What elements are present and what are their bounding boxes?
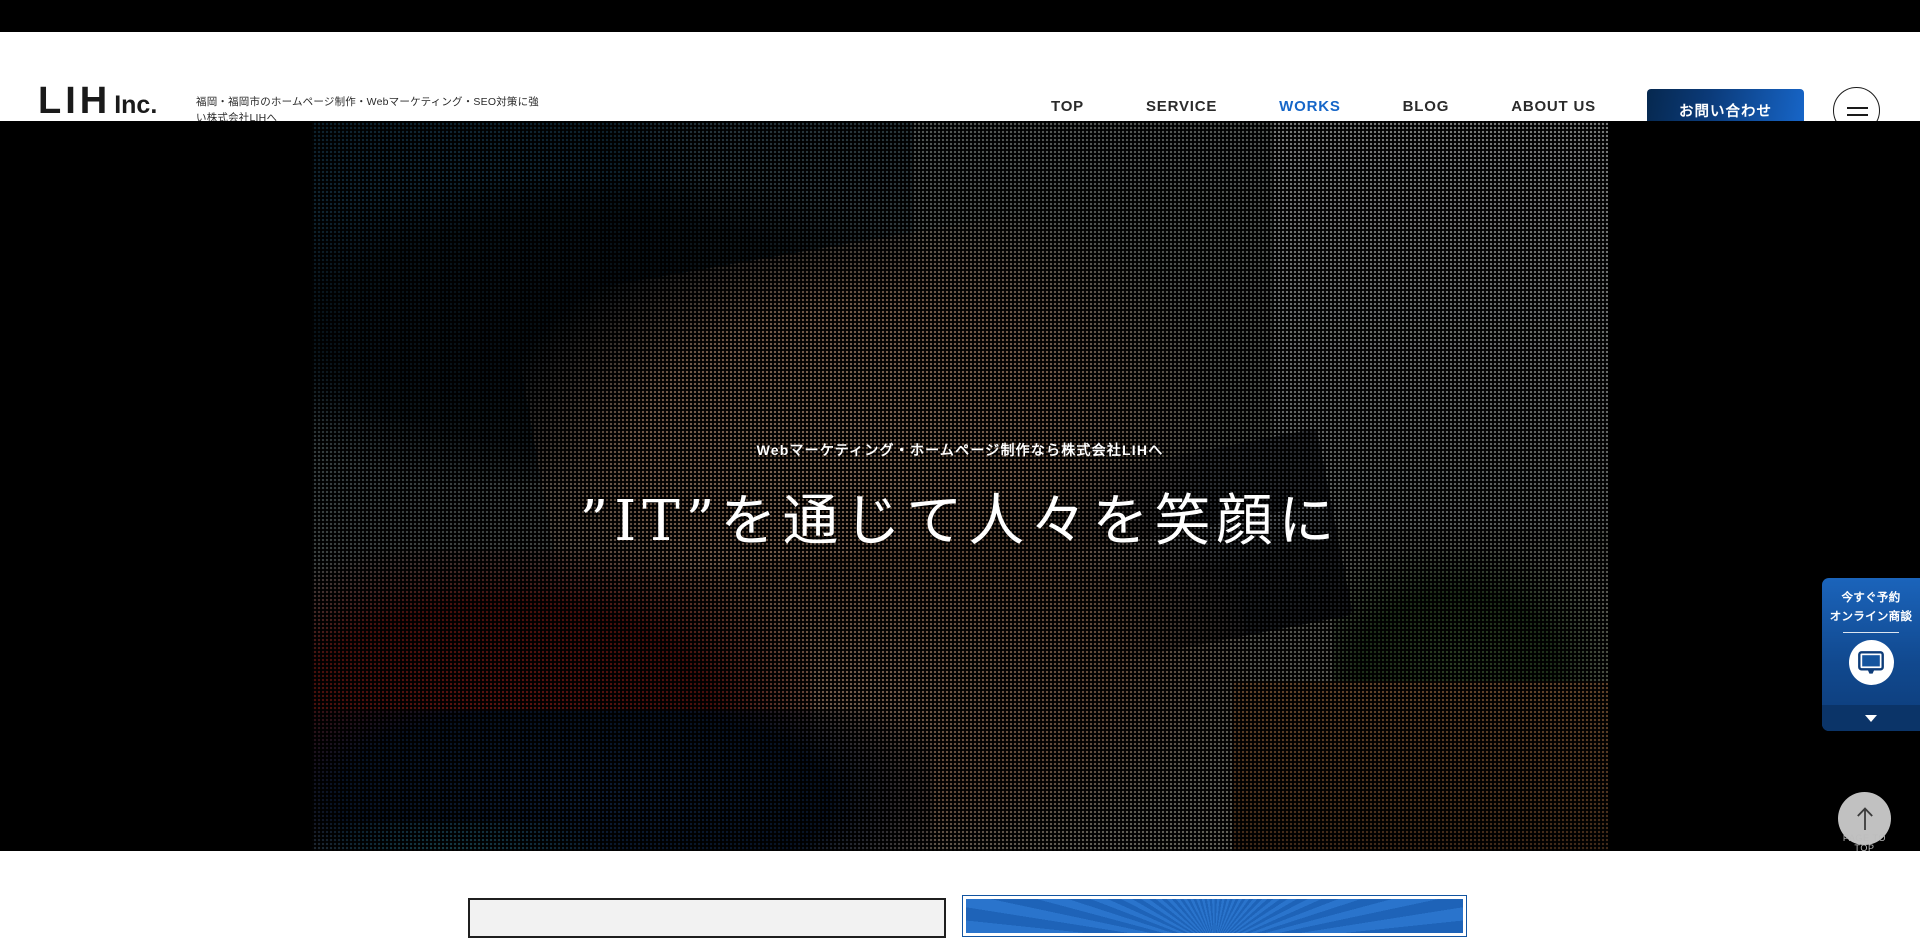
content-section-below-hero (0, 851, 1920, 911)
online-meeting-widget[interactable]: 今すぐ予約 オンライン商談 (1822, 578, 1920, 731)
arrow-up-icon (1856, 806, 1873, 830)
site-logo[interactable]: LIH Inc. (38, 82, 157, 120)
content-card-blue[interactable] (963, 896, 1466, 936)
page-to-top-button[interactable] (1838, 792, 1891, 845)
logo-sub-text: Inc. (114, 91, 158, 119)
nav-item-blog[interactable]: BLOG (1372, 98, 1481, 115)
nav-item-top[interactable]: TOP (1020, 98, 1115, 115)
browser-top-bar (0, 0, 1920, 32)
chevron-down-icon (1865, 714, 1877, 722)
nav-item-about-us[interactable]: ABOUT US (1480, 98, 1627, 115)
site-header: LIH Inc. 福岡・福岡市のホームページ制作・Webマーケティング・SEO対… (0, 32, 1920, 134)
hero-background-photo (312, 121, 1608, 851)
hero-dim-overlay (312, 121, 1608, 851)
widget-collapse-button[interactable] (1822, 705, 1920, 731)
widget-divider (1843, 632, 1899, 634)
hero-section: Webマーケティング・ホームページ制作なら株式会社LIHへ ”IT”を通じて人々… (0, 121, 1920, 851)
logo-main-text: LIH (38, 80, 112, 122)
content-card-outlined[interactable] (468, 898, 946, 938)
widget-line-2: オンライン商談 (1829, 611, 1913, 623)
hamburger-icon-line (1847, 114, 1868, 116)
widget-line-1: 今すぐ予約 (1841, 592, 1901, 604)
hamburger-icon-line (1847, 107, 1868, 109)
nav-item-service[interactable]: SERVICE (1115, 98, 1248, 115)
monitor-icon (1858, 650, 1884, 674)
widget-icon-circle (1848, 640, 1894, 686)
nav-item-works[interactable]: WORKS (1248, 98, 1372, 115)
primary-navigation: TOP SERVICE WORKS BLOG ABOUT US (1020, 98, 1627, 115)
